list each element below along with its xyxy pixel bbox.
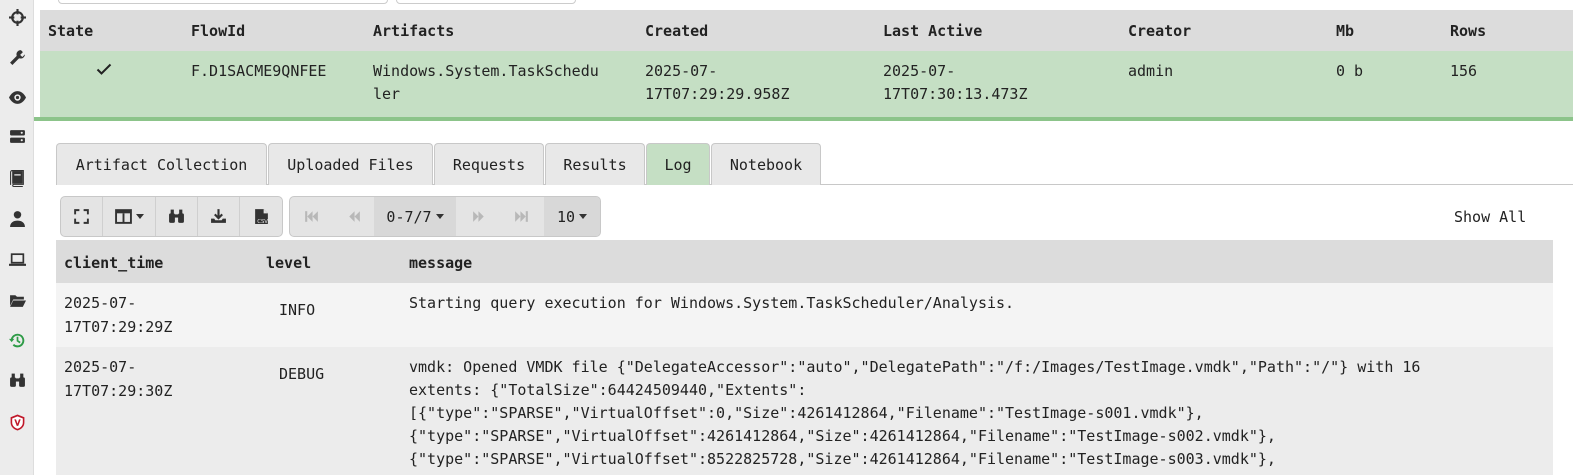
page-size-dropdown[interactable]: 10 [544,197,600,236]
page-size-label: 10 [556,207,576,226]
history-icon[interactable] [0,328,34,352]
last-page-button[interactable] [500,197,542,236]
user-icon[interactable] [0,206,34,230]
log-level: DEBUG [279,365,325,383]
header-created[interactable]: Created [645,20,708,43]
eye-icon[interactable] [0,85,34,109]
download-button[interactable] [198,197,240,236]
columns-icon [114,209,132,224]
header-client-time[interactable]: client_time [64,254,163,272]
checkmark-icon [96,63,112,75]
binoculars-icon [169,209,184,223]
tab-results[interactable]: Results [545,143,645,185]
log-message-line: {"type":"SPARSE","VirtualOffset":4261412… [409,427,1276,445]
header-state[interactable]: State [48,20,93,43]
log-message-line: Starting query execution for Windows.Sys… [409,294,1015,312]
header-creator[interactable]: Creator [1128,20,1191,43]
flow-created-line1: 2025-07- [645,62,718,80]
expand-icon [74,209,89,224]
flow-last-active-line2: 17T07:30:13.473Z [883,85,1028,103]
svg-text:CSV: CSV [257,219,268,225]
log-message-line: {"type":"SPARSE","VirtualOffset":8522825… [409,450,1276,468]
pane-divider[interactable] [34,117,1573,121]
header-last-active[interactable]: Last Active [883,20,982,43]
export-csv-button[interactable]: CSV [240,197,282,236]
backward-icon [348,211,360,222]
tab-uploaded-files[interactable]: Uploaded Files [268,143,433,185]
crosshair-icon[interactable] [0,5,34,29]
velociraptor-shield-icon[interactable] [0,410,34,434]
binoculars-icon[interactable] [0,368,34,392]
log-time-line2: 17T07:29:29Z [64,318,173,336]
log-message-line: [{"type":"SPARSE","VirtualOffset":0,"Siz… [409,404,1204,422]
tab-requests[interactable]: Requests [434,143,544,185]
chevron-down-icon [579,214,588,219]
sidebar [0,0,34,475]
flow-mb: 0 b [1336,62,1364,80]
header-flow-id[interactable]: FlowId [191,20,245,43]
file-csv-icon: CSV [254,209,268,225]
first-page-icon [304,211,318,222]
flow-creator: admin [1128,62,1174,80]
header-mb[interactable]: Mb [1336,20,1354,43]
log-message-line: vmdk: Opened VMDK file {"DelegateAccesso… [409,358,1421,376]
flow-id: F.D1SACME9QNFEE [191,62,327,80]
flow-artifacts-line1: Windows.System.TaskSchedu [373,62,599,80]
wrench-icon[interactable] [0,45,34,69]
flow-rows: 156 [1450,62,1478,80]
log-time-line1: 2025-07- [64,358,137,376]
filter-button[interactable] [156,197,198,236]
flow-last-active-line1: 2025-07- [883,62,956,80]
previous-page-button[interactable] [332,197,374,236]
column-selector-button[interactable] [103,197,156,236]
tab-log[interactable]: Log [646,143,710,185]
page-range-label: 0-7/7 [386,207,432,226]
flow-created-line2: 17T07:29:29.958Z [645,85,790,103]
header-level[interactable]: level [266,254,311,272]
log-level: INFO [279,301,316,319]
chevron-down-icon [135,214,144,219]
page-range-dropdown[interactable]: 0-7/7 [374,197,456,236]
chevron-down-icon [435,214,444,219]
flow-artifacts-line2: ler [373,85,401,103]
tab-artifact-collection[interactable]: Artifact Collection [56,143,267,185]
top-toolbar-remnant [40,0,1573,10]
top-button-group[interactable] [396,0,576,4]
show-all-button[interactable]: Show All [1454,207,1526,227]
tab-notebook[interactable]: Notebook [711,143,821,185]
header-artifacts[interactable]: Artifacts [373,20,454,43]
last-page-icon [514,211,528,222]
next-page-button[interactable] [458,197,500,236]
book-icon[interactable] [0,166,34,190]
pagination-group: 0-7/7 10 [289,196,601,237]
first-page-button[interactable] [290,197,332,236]
server-icon[interactable] [0,124,34,148]
table-actions-group: CSV [60,196,283,237]
forward-icon [472,211,484,222]
log-time-line2: 17T07:29:30Z [64,382,173,400]
download-icon [211,209,226,223]
laptop-icon[interactable] [0,247,34,271]
header-message[interactable]: message [409,254,472,272]
log-time-line1: 2025-07- [64,294,137,312]
log-message-line: extents: {"TotalSize":64424509440,"Exten… [409,381,807,399]
fullscreen-button[interactable] [61,197,103,236]
top-button-group[interactable] [58,0,388,4]
header-rows[interactable]: Rows [1450,20,1486,43]
folder-open-icon[interactable] [0,288,34,312]
